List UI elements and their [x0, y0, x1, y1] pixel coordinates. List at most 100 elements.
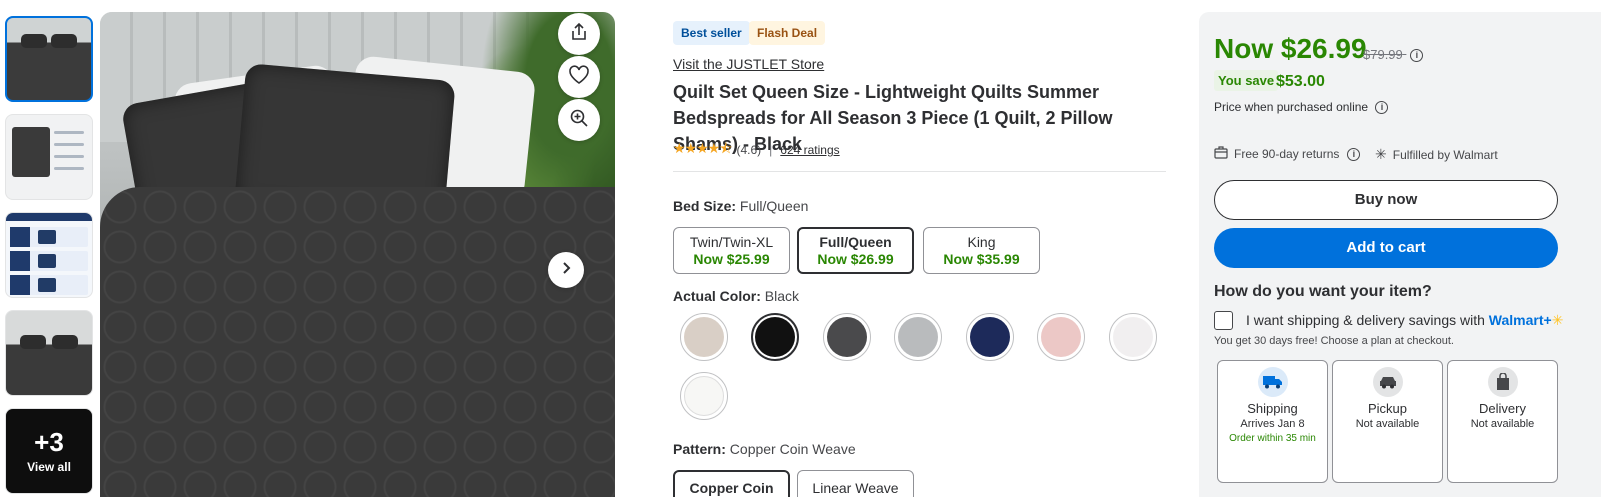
was-price: $79.99 i	[1363, 47, 1424, 63]
swatch-fill	[684, 376, 724, 416]
returns-text: Free 90-day returns	[1234, 147, 1340, 161]
thumb-pillow	[21, 34, 47, 48]
thumb-row	[10, 227, 88, 247]
share-button[interactable]	[558, 13, 600, 55]
shipping-subtext: You get 30 days free! Choose a plan at c…	[1214, 335, 1454, 347]
store-link[interactable]: Visit the JUSTLET Store	[673, 56, 824, 72]
thumb-pillow	[51, 34, 77, 48]
fulfillment-delivery[interactable]: Delivery Not available	[1447, 360, 1558, 483]
zoom-in-icon	[569, 108, 589, 133]
info-icon[interactable]: i	[1375, 101, 1389, 115]
bed-size-label: Bed Size: Full/Queen	[673, 198, 808, 214]
swatch-fill	[1113, 317, 1153, 357]
star-rating-icon: ★★★★⯪	[673, 140, 732, 156]
fulfillment-pickup[interactable]: Pickup Not available	[1332, 360, 1443, 483]
favorite-button[interactable]	[558, 56, 600, 98]
color-swatch-pink[interactable]	[1037, 313, 1085, 361]
price-note: Price when purchased online i	[1214, 100, 1389, 115]
fulfillment-cutoff: Order within 35 min	[1229, 433, 1316, 444]
thumb-line	[54, 167, 84, 170]
rating-separator: |	[769, 143, 773, 157]
fulfillment-status: Arrives Jan 8	[1240, 418, 1305, 430]
pickup-car-icon	[1372, 367, 1403, 397]
walmart-spark-icon: ✳	[1375, 146, 1387, 162]
pattern-option-copper-coin[interactable]: Copper Coin	[673, 470, 790, 497]
fulfilled-text: Fulfilled by Walmart	[1392, 147, 1498, 162]
heart-icon	[568, 64, 590, 90]
savings-amount: $53.00	[1276, 73, 1325, 90]
thumb-row	[10, 275, 88, 295]
thumbnail-view-all[interactable]: +3 View all	[5, 408, 93, 494]
fulfillment-heading: How do you want your item?	[1214, 283, 1432, 300]
color-label: Actual Color: Black	[673, 288, 799, 304]
divider	[673, 171, 1166, 172]
swatch-fill	[755, 317, 795, 357]
view-all-overlay: +3 View all	[6, 409, 92, 493]
size-option-twin[interactable]: Twin/Twin-XL Now $25.99	[673, 227, 790, 274]
free-returns: Free 90-day returns i	[1214, 146, 1361, 162]
color-title: Actual Color:	[673, 288, 761, 304]
zoom-button[interactable]	[558, 99, 600, 141]
product-info: Best seller Flash Deal Visit the JUSTLET…	[673, 0, 1168, 497]
thumb-line	[54, 131, 84, 134]
add-to-cart-button[interactable]: Add to cart	[1214, 228, 1558, 268]
walmart-plus-logo: Walmart+	[1488, 312, 1552, 328]
thumbnail-1[interactable]	[5, 16, 93, 102]
thumb-pillow	[52, 335, 78, 349]
size-price: Now $35.99	[943, 251, 1020, 267]
color-swatch-light-grey[interactable]	[894, 313, 942, 361]
color-swatch-navy[interactable]	[966, 313, 1014, 361]
size-price: Now $26.99	[817, 251, 894, 267]
color-swatch-white[interactable]	[1109, 313, 1157, 361]
fulfillment-name: Pickup	[1367, 401, 1408, 416]
info-icon[interactable]: i	[1347, 147, 1361, 161]
thumb-header	[6, 213, 92, 221]
was-price-value: $79.99	[1363, 47, 1403, 62]
shipping-savings-checkbox[interactable]	[1214, 311, 1233, 330]
color-swatch-beige[interactable]	[680, 313, 728, 361]
bed-size-selected: Full/Queen	[739, 198, 809, 214]
chevron-right-icon	[559, 261, 573, 280]
fulfillment-status: Not available	[1470, 418, 1535, 430]
thumbnail-3[interactable]	[5, 212, 93, 298]
size-price: Now $25.99	[693, 251, 770, 267]
swatch-fill	[898, 317, 938, 357]
fulfilled-by: ✳ Fulfilled by Walmart	[1375, 146, 1498, 163]
pattern-selected: Copper Coin Weave	[729, 441, 856, 457]
quilt	[100, 187, 615, 497]
fulfillment-shipping[interactable]: Shipping Arrives Jan 8 Order within 35 m…	[1217, 360, 1328, 483]
ratings-link[interactable]: 624 ratings	[780, 143, 839, 157]
size-option-full-queen[interactable]: Full/Queen Now $26.99	[797, 227, 914, 274]
flash-deal-badge: Flash Deal	[749, 21, 826, 45]
thumb-quilt	[12, 127, 50, 177]
size-name: Twin/Twin-XL	[689, 234, 774, 250]
best-seller-badge: Best seller	[673, 21, 750, 45]
shipping-truck-icon	[1257, 367, 1288, 397]
thumbnail-4[interactable]	[5, 310, 93, 396]
pattern-option-linear-weave[interactable]: Linear Weave	[797, 470, 914, 497]
thumb-line	[54, 155, 84, 158]
color-swatch-cream[interactable]	[680, 372, 728, 420]
main-product-image[interactable]	[100, 12, 615, 497]
view-all-label: View all	[27, 460, 71, 474]
rating-value: (4.6)	[736, 143, 762, 157]
info-icon[interactable]: i	[1410, 49, 1424, 63]
buy-now-button[interactable]: Buy now	[1214, 180, 1558, 220]
color-selected: Black	[764, 288, 800, 304]
delivery-bag-icon	[1487, 367, 1518, 397]
pattern-title: Pattern:	[673, 441, 726, 457]
next-image-button[interactable]	[548, 252, 584, 288]
current-price: Now $26.99	[1214, 33, 1367, 64]
color-swatch-black[interactable]	[751, 313, 799, 361]
color-swatch-dark-grey[interactable]	[823, 313, 871, 361]
more-count: +3	[34, 427, 64, 457]
size-option-king[interactable]: King Now $35.99	[923, 227, 1040, 274]
thumb-row	[10, 251, 88, 271]
swatch-fill	[970, 317, 1010, 357]
size-name: Full/Queen	[819, 234, 892, 250]
price-note-text: Price when purchased online	[1214, 100, 1369, 114]
swatch-fill	[1041, 317, 1081, 357]
rating-row: ★★★★⯪ (4.6) | 624 ratings	[673, 138, 840, 162]
spark-icon: ✳	[1551, 312, 1564, 328]
thumbnail-2[interactable]	[5, 114, 93, 200]
